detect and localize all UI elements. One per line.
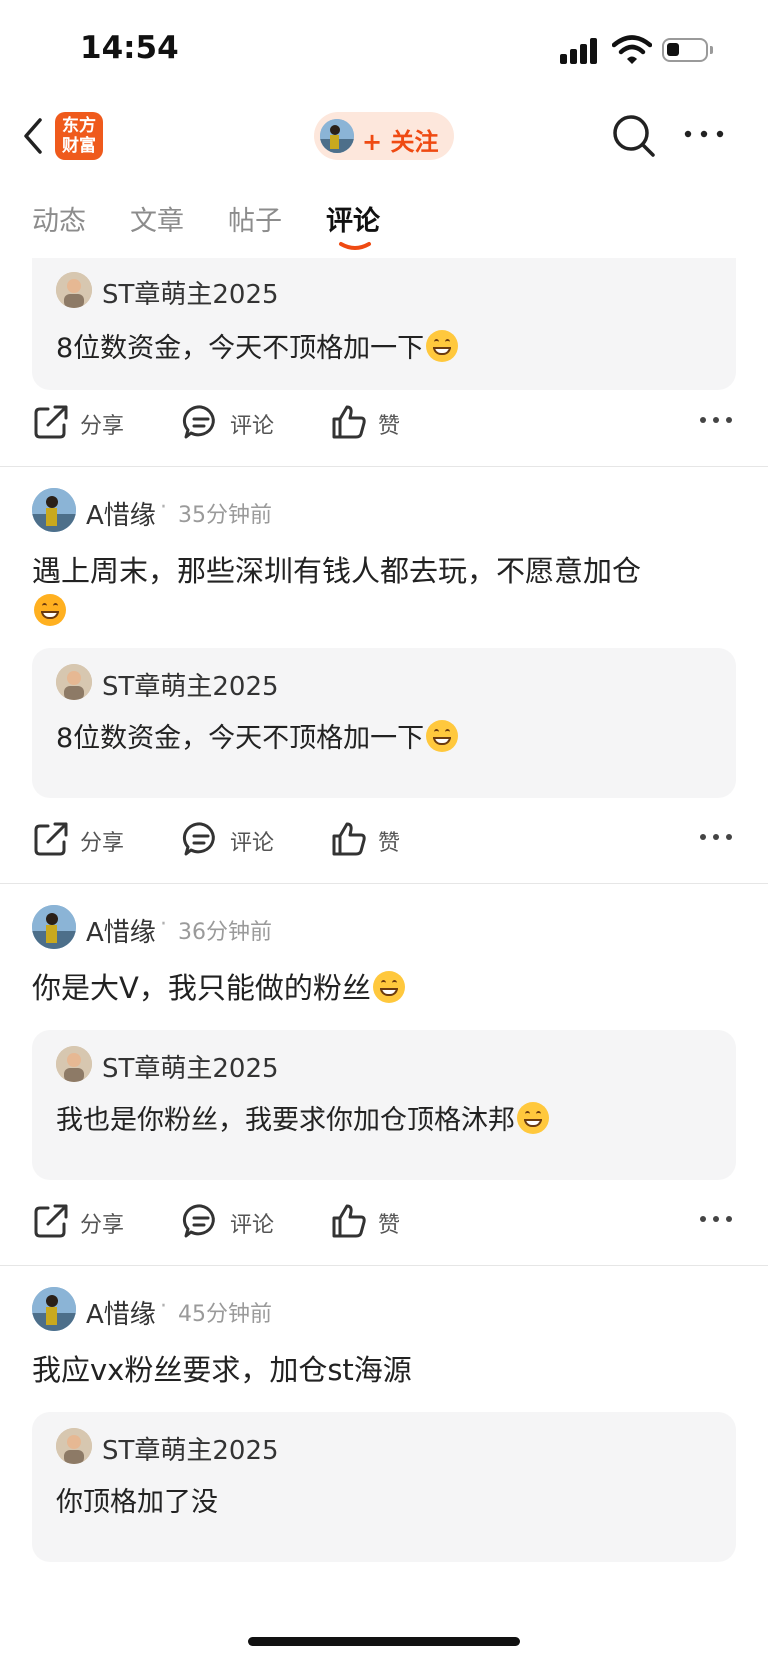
avatar <box>32 1287 76 1331</box>
comment-bubble-icon <box>182 405 215 439</box>
status-bar: 14:54 <box>0 0 768 100</box>
nav-bar: 东方 财富 + 关注 <box>0 100 768 180</box>
status-time: 14:54 <box>80 30 179 66</box>
quoted-comment[interactable]: ST章萌主2025 8位数资金，今天不顶格加一下 <box>32 258 736 390</box>
thumbs-up-icon <box>332 822 366 856</box>
like-label: 赞 <box>378 1213 401 1238</box>
quoted-username: ST章萌主2025 <box>102 1054 279 1084</box>
profile-tabs: 动态 文章 帖子 评论 <box>0 195 768 255</box>
quoted-text: 我也是你粉丝，我要求你加仓顶格沐邦 <box>56 1098 549 1137</box>
wifi-icon <box>612 35 652 64</box>
tab-dongtai[interactable]: 动态 <box>32 199 86 238</box>
quoted-username: ST章萌主2025 <box>102 280 279 310</box>
separator-dot: · <box>160 912 167 937</box>
thumbs-up-icon <box>332 1204 366 1238</box>
quoted-text: 8位数资金，今天不顶格加一下 <box>56 716 459 755</box>
quoted-username: ST章萌主2025 <box>102 672 279 702</box>
share-icon <box>34 405 68 439</box>
share-label: 分享 <box>80 414 125 439</box>
quoted-text-content: 8位数资金，今天不顶格加一下 <box>56 723 425 754</box>
quoted-comment[interactable]: ST章萌主2025 我也是你粉丝，我要求你加仓顶格沐邦 <box>32 1030 736 1180</box>
avatar <box>32 488 76 532</box>
quoted-text: 你顶格加了没 <box>56 1487 218 1518</box>
avatar <box>32 905 76 949</box>
smile-emoji-icon <box>372 971 405 1003</box>
post-text[interactable]: 遇上周末，那些深圳有钱人都去玩，不愿意加仓 <box>32 551 742 631</box>
quoted-username: ST章萌主2025 <box>102 1436 279 1466</box>
avatar <box>320 119 354 153</box>
quoted-text: 8位数资金，今天不顶格加一下 <box>56 326 459 365</box>
divider <box>0 466 768 467</box>
author-name: A惜缘 <box>86 1300 156 1330</box>
home-indicator[interactable] <box>248 1637 520 1646</box>
follow-label: + 关注 <box>362 128 439 156</box>
thumbs-up-icon <box>332 405 366 439</box>
logo-text-line2: 财富 <box>62 136 96 156</box>
post-time: 36分钟前 <box>178 920 272 945</box>
active-tab-indicator <box>339 242 371 250</box>
signal-icon <box>560 38 600 64</box>
back-icon[interactable] <box>18 114 48 158</box>
avatar <box>56 1046 92 1082</box>
grin-emoji-icon <box>517 1102 549 1134</box>
post-text[interactable]: 我应vx粉丝要求，加仓st海源 <box>32 1350 742 1390</box>
post-text-content: 你是大V，我只能做的粉丝 <box>32 971 371 1005</box>
comment-label: 评论 <box>230 414 275 439</box>
action-bar: 分享 评论 赞 <box>0 393 768 453</box>
comment-label: 评论 <box>230 1213 275 1238</box>
author-name: A惜缘 <box>86 501 156 531</box>
post-time: 35分钟前 <box>178 503 272 528</box>
quoted-comment[interactable]: ST章萌主2025 8位数资金，今天不顶格加一下 <box>32 648 736 798</box>
comment-feed[interactable]: ST章萌主2025 8位数资金，今天不顶格加一下 分享 评论 赞 A惜缘 · 3… <box>0 258 768 1663</box>
post-text[interactable]: 你是大V，我只能做的粉丝 <box>32 968 742 1008</box>
share-label: 分享 <box>80 831 125 856</box>
tab-wenzhang[interactable]: 文章 <box>130 199 184 238</box>
more-dots-icon[interactable] <box>698 1212 734 1226</box>
comment-bubble-icon <box>182 1204 215 1238</box>
more-dots-icon[interactable] <box>698 830 734 844</box>
divider <box>0 883 768 884</box>
battery-icon <box>662 38 713 62</box>
quoted-text-content: 8位数资金，今天不顶格加一下 <box>56 333 425 364</box>
grin-emoji-icon <box>426 330 459 362</box>
avatar <box>56 664 92 700</box>
app-logo[interactable]: 东方 财富 <box>55 112 103 160</box>
separator-dot: · <box>160 1294 167 1319</box>
author-name: A惜缘 <box>86 918 156 948</box>
action-bar: 分享 评论 赞 <box>0 810 768 870</box>
quoted-text-content: 我也是你粉丝，我要求你加仓顶格沐邦 <box>56 1105 515 1136</box>
grin-emoji-icon <box>426 720 459 752</box>
action-bar: 分享 评论 赞 <box>0 1192 768 1252</box>
like-label: 赞 <box>378 831 401 856</box>
post-time: 45分钟前 <box>178 1302 272 1327</box>
quoted-comment[interactable]: ST章萌主2025 你顶格加了没 <box>32 1412 736 1562</box>
search-icon[interactable] <box>610 112 658 160</box>
avatar <box>56 1428 92 1464</box>
follow-button[interactable]: + 关注 <box>314 112 454 160</box>
share-icon <box>34 1204 68 1238</box>
more-dots-icon[interactable] <box>680 124 728 144</box>
share-label: 分享 <box>80 1213 125 1238</box>
like-label: 赞 <box>378 414 401 439</box>
avatar <box>56 272 92 308</box>
tab-pinglun[interactable]: 评论 <box>326 199 380 238</box>
post-text-content: 我应vx粉丝要求，加仓st海源 <box>32 1353 412 1387</box>
more-dots-icon[interactable] <box>698 413 734 427</box>
comment-label: 评论 <box>230 831 275 856</box>
comment-bubble-icon <box>182 822 215 856</box>
divider <box>0 1265 768 1266</box>
post-text-content: 遇上周末，那些深圳有钱人都去玩，不愿意加仓 <box>32 554 642 588</box>
separator-dot: · <box>160 495 167 520</box>
tab-tiezi[interactable]: 帖子 <box>228 199 282 238</box>
share-icon <box>34 822 68 856</box>
laugh-cry-emoji-icon <box>34 594 66 626</box>
logo-text-line1: 东方 <box>62 116 96 136</box>
